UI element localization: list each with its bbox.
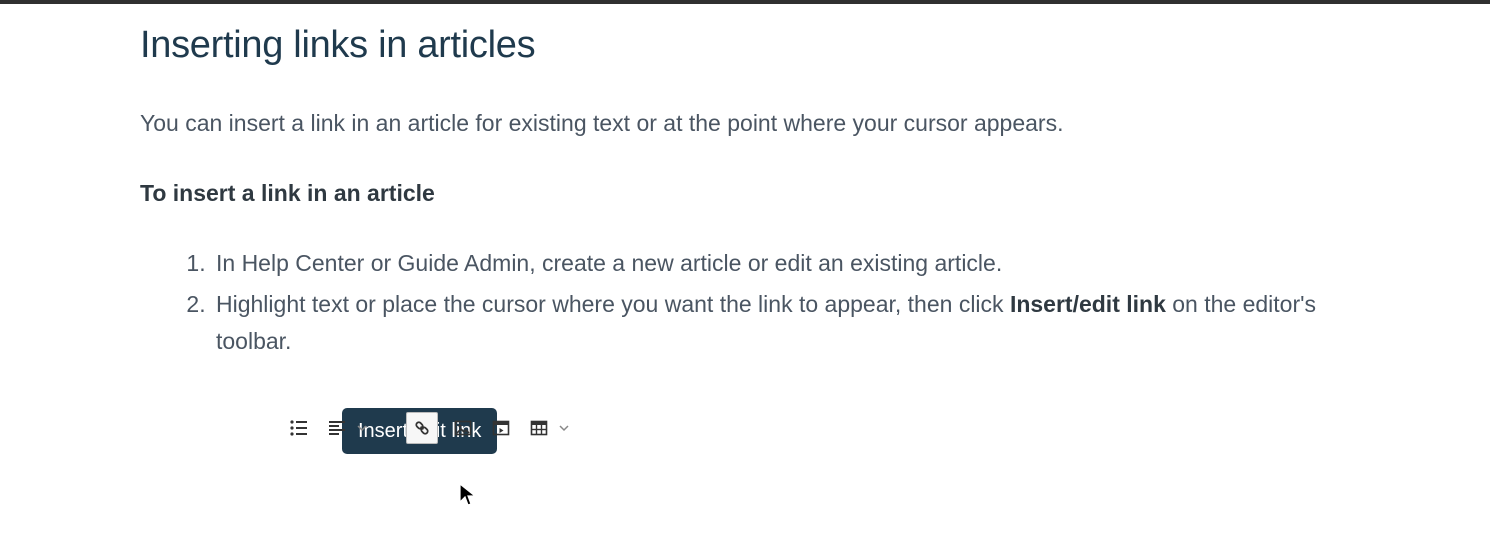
procedure-steps: In Help Center or Guide Admin, create a … — [140, 245, 1350, 447]
article-title: Inserting links in articles — [140, 24, 1350, 67]
chevron-down-icon[interactable] — [356, 422, 368, 434]
editor-toolbar — [286, 408, 646, 448]
step-2-text-a: Highlight text or place the cursor where… — [216, 291, 1010, 317]
chevron-down-icon[interactable] — [558, 422, 570, 434]
align-left-icon[interactable] — [324, 415, 350, 441]
video-icon[interactable] — [488, 415, 514, 441]
toolbar-screenshot: Insert/edit link — [286, 408, 646, 448]
table-icon[interactable] — [526, 415, 552, 441]
article-intro: You can insert a link in an article for … — [140, 107, 1350, 140]
image-icon[interactable] — [450, 415, 476, 441]
article-body: Inserting links in articles You can inse… — [0, 4, 1490, 492]
article-procedure-heading: To insert a link in an article — [140, 180, 1350, 207]
mouse-cursor-icon — [458, 482, 478, 508]
step-2-bold: Insert/edit link — [1010, 291, 1166, 317]
step-2: Highlight text or place the cursor where… — [212, 286, 1350, 448]
step-1-text: In Help Center or Guide Admin, create a … — [216, 250, 1002, 276]
link-icon[interactable] — [406, 412, 438, 444]
step-1: In Help Center or Guide Admin, create a … — [212, 245, 1350, 282]
bullet-list-icon[interactable] — [286, 415, 312, 441]
